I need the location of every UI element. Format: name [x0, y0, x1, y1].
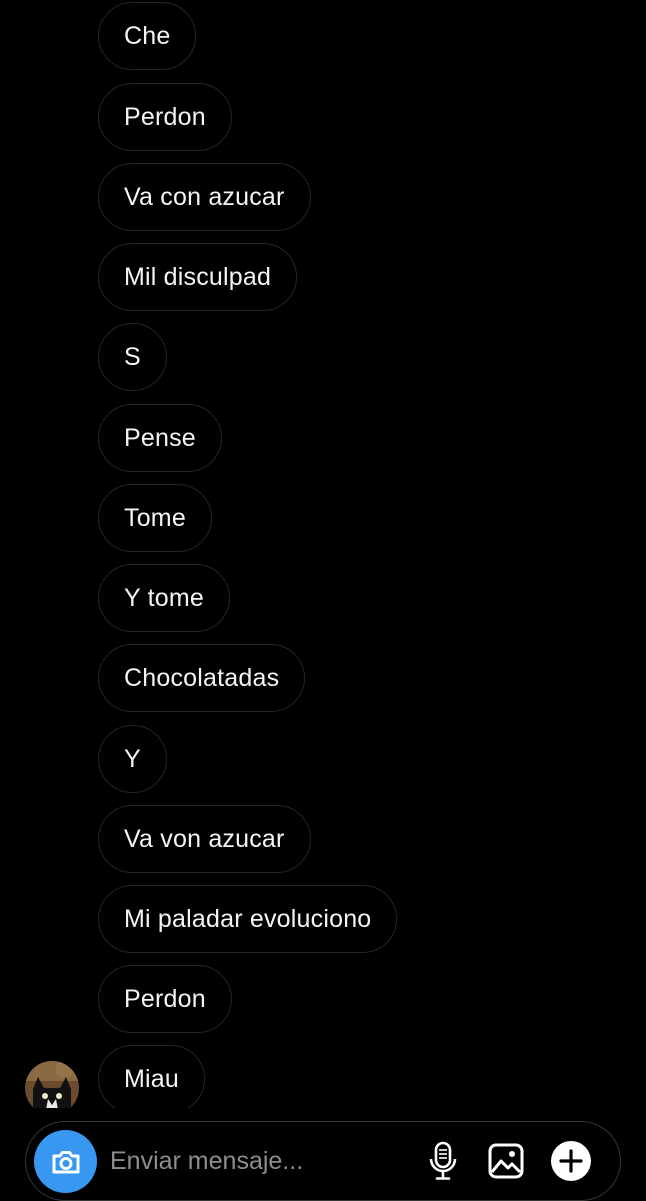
message-bubble[interactable]: Perdon: [98, 965, 232, 1033]
message-text: Y: [124, 744, 141, 773]
message-text: Mi paladar evoluciono: [124, 904, 372, 933]
microphone-icon: [429, 1141, 457, 1180]
more-options-button[interactable]: [550, 1140, 592, 1182]
message-bubble[interactable]: Miau: [98, 1045, 205, 1108]
cat-avatar-icon: [25, 1061, 79, 1108]
gallery-button[interactable]: [485, 1140, 527, 1182]
message-text: Che: [124, 21, 171, 50]
message-bubble[interactable]: Perdon: [98, 83, 232, 151]
message-bubble[interactable]: Mil disculpad: [98, 243, 298, 311]
message-text: Miau: [124, 1064, 179, 1093]
message-bubble[interactable]: Y tome: [98, 564, 230, 632]
sender-avatar[interactable]: [25, 1061, 79, 1108]
message-text: Mil disculpad: [124, 262, 272, 291]
message-bubble[interactable]: Va von azucar: [98, 805, 311, 873]
message-bubble[interactable]: S: [98, 323, 167, 391]
message-text: Chocolatadas: [124, 663, 280, 692]
message-bubble[interactable]: Va con azucar: [98, 163, 311, 231]
message-bubble[interactable]: Che: [98, 2, 197, 70]
camera-button[interactable]: [34, 1130, 97, 1193]
message-text: Tome: [124, 503, 186, 532]
message-text: S: [124, 342, 141, 371]
message-bubble[interactable]: Pense: [98, 404, 222, 472]
message-composer: [25, 1121, 621, 1201]
message-bubble[interactable]: Chocolatadas: [98, 644, 306, 712]
message-text: Perdon: [124, 102, 206, 131]
message-text: Va von azucar: [124, 824, 285, 853]
message-bubble[interactable]: Tome: [98, 484, 212, 552]
message-bubble[interactable]: Mi paladar evoluciono: [98, 885, 398, 953]
message-input[interactable]: [110, 1142, 410, 1180]
message-text: Va con azucar: [124, 182, 285, 211]
camera-icon: [52, 1150, 79, 1173]
plus-circle-icon: [551, 1141, 591, 1181]
voice-message-button[interactable]: [422, 1140, 464, 1182]
image-gallery-icon: [488, 1143, 524, 1179]
message-text: Y tome: [124, 583, 204, 612]
message-thread[interactable]: Che Perdon Va con azucar Mil disculpad S…: [0, 0, 646, 1108]
message-text: Perdon: [124, 984, 206, 1013]
message-bubble[interactable]: Y: [98, 725, 167, 793]
message-text: Pense: [124, 423, 196, 452]
